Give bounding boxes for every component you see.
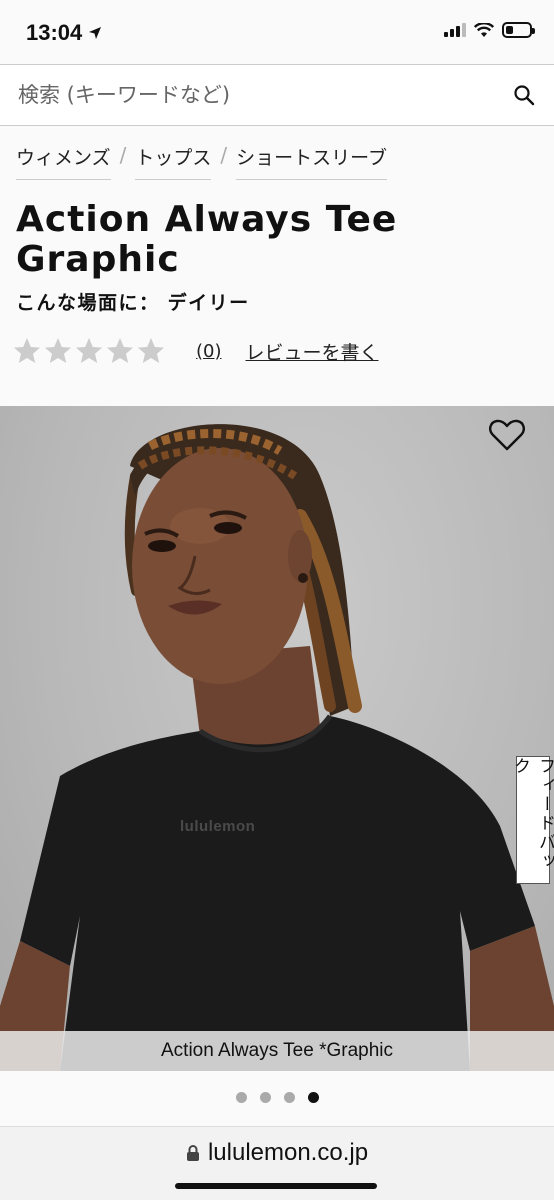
image-caption-text: Action Always Tee *Graphic bbox=[161, 1040, 393, 1061]
browser-url-bar: lululemon.co.jp bbox=[0, 1126, 554, 1200]
feedback-tab[interactable]: フィードバック bbox=[510, 756, 554, 884]
model-photo bbox=[0, 424, 554, 1071]
carousel-dot[interactable] bbox=[307, 1092, 319, 1103]
heart-icon[interactable] bbox=[488, 416, 526, 454]
url-display[interactable]: lululemon.co.jp bbox=[0, 1139, 554, 1167]
product-image[interactable]: lululemon フィードバック Action Always Tee *Gra… bbox=[0, 406, 554, 1071]
location-arrow-icon bbox=[89, 27, 102, 39]
home-indicator[interactable] bbox=[175, 1183, 377, 1189]
carousel-dot[interactable] bbox=[235, 1092, 247, 1103]
breadcrumb-item-womens[interactable]: ウィメンズ bbox=[16, 143, 111, 180]
breadcrumb-separator: / bbox=[119, 143, 127, 167]
tee-logo-text: lululemon bbox=[180, 818, 256, 835]
breadcrumb-item-tops[interactable]: トップス bbox=[135, 143, 212, 180]
star-icon bbox=[45, 338, 71, 363]
star-icon bbox=[138, 338, 164, 363]
star-icon bbox=[107, 338, 133, 363]
status-bar: 13:04 bbox=[0, 0, 554, 62]
status-icons bbox=[444, 22, 535, 38]
wifi-icon bbox=[474, 22, 494, 37]
breadcrumb: ウィメンズ / トップス / ショートスリーブ bbox=[16, 143, 388, 180]
breadcrumb-separator: / bbox=[220, 143, 228, 167]
product-title: Action Always Tee Graphic bbox=[16, 199, 398, 280]
status-time-wrap: 13:04 bbox=[26, 20, 102, 46]
image-caption: Action Always Tee *Graphic bbox=[0, 1031, 554, 1071]
cellular-signal-icon bbox=[444, 23, 466, 37]
search-bar bbox=[0, 64, 554, 126]
feedback-label: フィードバック bbox=[510, 757, 554, 871]
lock-icon bbox=[186, 1145, 199, 1161]
write-review-link[interactable]: レビューを書く bbox=[246, 338, 379, 365]
battery-icon bbox=[502, 22, 535, 38]
review-count-link[interactable]: (0) bbox=[196, 341, 222, 362]
rating-stars bbox=[12, 336, 166, 366]
star-icon bbox=[76, 338, 102, 363]
battery-level bbox=[506, 26, 513, 34]
search-icon[interactable] bbox=[512, 83, 536, 107]
search-input[interactable] bbox=[18, 83, 512, 107]
carousel-dots bbox=[0, 1092, 554, 1103]
product-occasion: こんな場面に： デイリー bbox=[16, 292, 250, 314]
breadcrumb-item-short-sleeve[interactable]: ショートスリーブ bbox=[236, 143, 388, 180]
rating-row: (0) レビューを書く bbox=[12, 336, 379, 366]
star-icon bbox=[14, 338, 40, 363]
carousel-dot[interactable] bbox=[259, 1092, 271, 1103]
url-text: lululemon.co.jp bbox=[207, 1139, 369, 1166]
status-time: 13:04 bbox=[26, 20, 83, 45]
carousel-dot[interactable] bbox=[283, 1092, 295, 1103]
